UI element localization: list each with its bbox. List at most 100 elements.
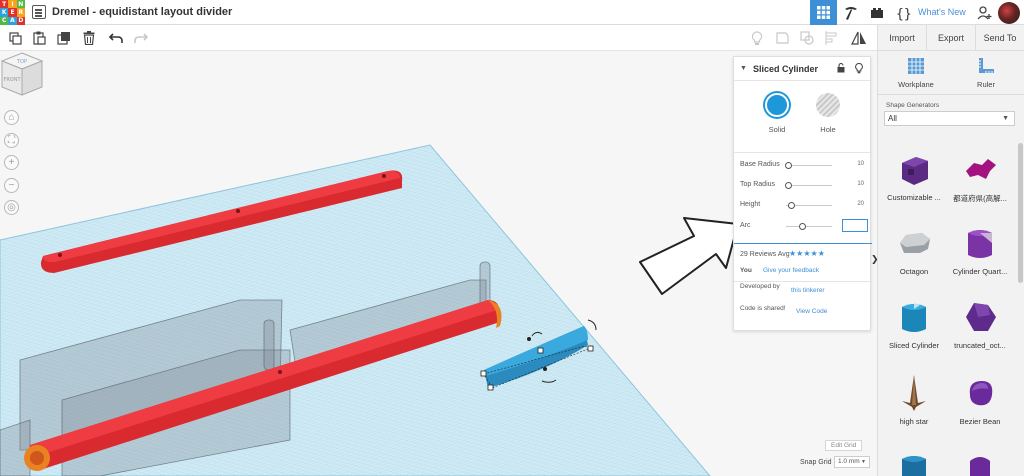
group-icon[interactable] xyxy=(798,29,816,47)
import-button[interactable]: Import xyxy=(877,25,926,50)
svg-text:{}: {} xyxy=(896,7,911,21)
gear-cylinder-icon xyxy=(902,456,926,476)
send-to-button[interactable]: Send To xyxy=(975,25,1024,50)
paste-icon[interactable] xyxy=(30,29,48,47)
edit-grid-button[interactable]: Edit Grid xyxy=(825,440,863,451)
code-shared-label: Code is shared! xyxy=(740,305,786,312)
codeblocks-button[interactable]: {} xyxy=(892,0,914,25)
param-base-radius: Base Radius 10 xyxy=(740,159,864,173)
shape-truncated-octahedron[interactable]: truncated_oct... xyxy=(948,297,1012,350)
zoom-in-icon[interactable]: + xyxy=(4,155,19,170)
workplane-tool[interactable]: Workplane xyxy=(886,57,946,89)
param-slider-knob[interactable] xyxy=(785,182,793,189)
param-slider-knob[interactable] xyxy=(787,202,795,209)
logo-letter: D xyxy=(16,16,25,25)
ruler-tool[interactable]: Ruler xyxy=(956,57,1016,89)
note-icon[interactable] xyxy=(773,29,791,47)
cube-front-label: FRONT xyxy=(3,77,21,83)
purple-shape-icon xyxy=(970,457,990,476)
param-slider-track[interactable] xyxy=(786,226,832,227)
design-list-icon[interactable] xyxy=(32,5,46,19)
zoom-out-icon[interactable]: − xyxy=(4,178,19,193)
shape-prefecture[interactable]: 都道府県(高解... xyxy=(948,149,1012,204)
param-label: Height xyxy=(740,201,761,208)
solid-swatch[interactable] xyxy=(765,93,789,117)
param-label: Base Radius xyxy=(740,161,780,168)
code-braces-icon: {} xyxy=(896,7,911,21)
light-bulb-icon[interactable] xyxy=(748,29,766,47)
minecraft-pickaxe-button[interactable] xyxy=(840,0,862,25)
delete-icon[interactable] xyxy=(80,29,98,47)
param-slider-knob[interactable] xyxy=(785,162,793,169)
duplicate-icon[interactable] xyxy=(55,29,73,47)
view-code-link[interactable]: View Code xyxy=(796,308,827,315)
hole-option[interactable]: Hole xyxy=(805,93,851,134)
bricks-button[interactable] xyxy=(866,0,888,25)
solid-option[interactable]: Solid xyxy=(754,93,800,134)
ruler-icon xyxy=(979,58,994,73)
pickaxe-icon xyxy=(845,6,857,20)
param-slider-knob[interactable] xyxy=(799,223,807,230)
user-avatar[interactable] xyxy=(998,2,1020,24)
copy-icon[interactable] xyxy=(6,29,24,47)
panel-scrollbar[interactable] xyxy=(1018,143,1023,283)
param-slider-track[interactable] xyxy=(786,165,832,166)
chevron-down-icon: ▼ xyxy=(861,459,866,465)
logo-letter: I xyxy=(8,0,17,9)
param-value[interactable]: 20 xyxy=(857,201,864,207)
shape-cylinder-quarter[interactable]: Cylinder Quart... xyxy=(948,223,1012,276)
solid-label: Solid xyxy=(768,125,786,134)
arc-value-input[interactable] xyxy=(842,219,868,232)
workplane-label: Workplane xyxy=(898,80,934,89)
customizable-icon xyxy=(902,157,928,185)
hole-swatch[interactable] xyxy=(816,93,840,117)
edit-toolbar xyxy=(0,25,877,51)
shape-partial-2[interactable] xyxy=(948,449,1012,476)
truncated-octahedron-icon xyxy=(966,303,996,331)
undo-icon[interactable] xyxy=(107,29,125,47)
view-cube[interactable]: TOP FRONT xyxy=(0,51,44,97)
redo-icon[interactable] xyxy=(132,29,150,47)
align-icon[interactable] xyxy=(823,29,841,47)
grid-controls: Edit Grid Snap Grid 1.0 mm ▼ xyxy=(780,437,877,476)
collapse-caret-icon[interactable]: ▼ xyxy=(740,65,747,72)
logo-letter: N xyxy=(16,0,25,9)
export-button[interactable]: Export xyxy=(926,25,975,50)
snap-grid-label: Snap Grid xyxy=(800,459,832,466)
param-value[interactable]: 10 xyxy=(857,181,864,187)
add-user-button[interactable] xyxy=(975,0,995,25)
annotation-arrow xyxy=(639,217,739,295)
mirror-icon[interactable] xyxy=(850,29,868,47)
shape-sliced-cylinder[interactable]: Sliced Cylinder xyxy=(882,297,946,350)
logo-letter: A xyxy=(8,16,17,25)
cylinder-quarter-icon xyxy=(968,230,992,258)
shape-generators-select[interactable]: All ▼ xyxy=(884,111,1015,126)
param-label: Top Radius xyxy=(740,181,776,188)
user-plus-icon xyxy=(977,5,992,19)
shape-high-star[interactable]: high star xyxy=(882,373,946,426)
tinkercad-logo[interactable]: TINKERCAD xyxy=(0,0,25,25)
inspector-header[interactable]: ▼ Sliced Cylinder xyxy=(734,57,870,81)
snap-grid-select[interactable]: 1.0 mm ▼ xyxy=(834,456,870,468)
chevron-down-icon: ▼ xyxy=(1002,115,1009,122)
developed-by-label: Developed by xyxy=(740,283,780,290)
home-view-icon[interactable]: ⌂ xyxy=(4,110,19,125)
param-slider-track[interactable] xyxy=(786,185,832,186)
give-feedback-link[interactable]: Give your feedback xyxy=(763,267,819,274)
whats-new-link[interactable]: What's New xyxy=(918,7,966,17)
shape-partial-1[interactable] xyxy=(882,449,946,476)
shape-customizable[interactable]: Customizable ... xyxy=(882,149,946,202)
shape-octagon[interactable]: Octagon xyxy=(882,223,946,276)
ortho-view-icon[interactable]: ◎ xyxy=(4,200,19,215)
lock-icon[interactable] xyxy=(837,63,845,73)
high-star-icon xyxy=(902,375,926,411)
document-title[interactable]: Dremel - equidistant layout divider xyxy=(52,6,232,18)
param-value[interactable]: 10 xyxy=(857,161,864,167)
developer-link[interactable]: this tinkerer xyxy=(791,287,825,294)
shapes-panel: Workplane Ruler Shape Generators All ▼ C… xyxy=(877,51,1024,476)
param-arc: Arc xyxy=(740,219,868,234)
3d-view-button[interactable] xyxy=(810,0,837,25)
shape-bezier-bean[interactable]: Bezier Bean xyxy=(948,373,1012,426)
fit-view-icon[interactable]: ⛶ xyxy=(4,133,19,148)
visibility-bulb-icon[interactable] xyxy=(855,63,863,74)
